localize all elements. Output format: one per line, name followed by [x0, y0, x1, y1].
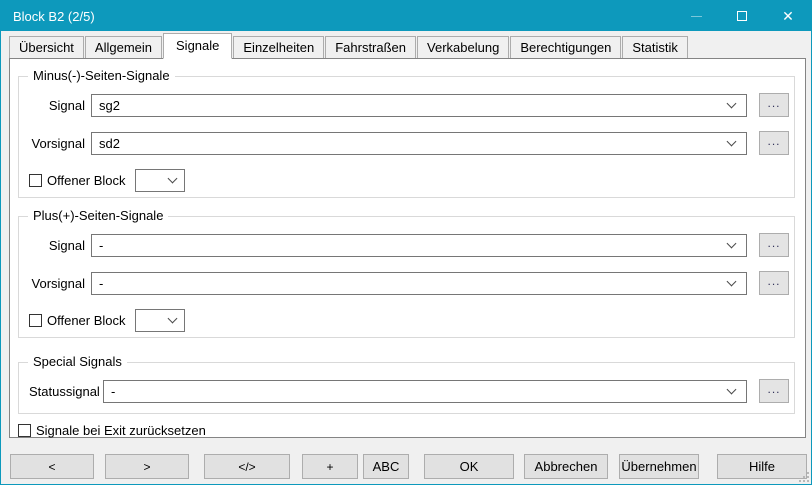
statussignal-combobox[interactable]: -	[103, 380, 747, 403]
exit-reset-row: Signale bei Exit zurücksetzen	[18, 423, 805, 438]
tab-page-signale: Minus(-)-Seiten-Signale Signal sg2 ... V…	[9, 58, 806, 438]
plus-vorsignal-browse-button[interactable]: ...	[759, 271, 789, 295]
plus-signal-combobox[interactable]: -	[91, 234, 747, 257]
tab-allgemein[interactable]: Allgemein	[85, 36, 162, 58]
code-button[interactable]: </>	[204, 454, 290, 479]
plus-signal-row: Signal - ...	[19, 233, 794, 257]
chevron-down-icon[interactable]	[727, 276, 737, 286]
minus-signal-value: sg2	[99, 98, 728, 113]
tab-strip: Übersicht Allgemein Signale Einzelheiten…	[9, 34, 805, 58]
minimize-icon	[691, 16, 702, 17]
plus-vorsignal-combobox[interactable]: -	[91, 272, 747, 295]
nav-next-button[interactable]: >	[105, 454, 189, 479]
plus-offener-block-label: Offener Block	[47, 313, 126, 328]
tab-verkabelung[interactable]: Verkabelung	[417, 36, 509, 58]
chevron-down-icon[interactable]	[167, 174, 177, 184]
plus-vorsignal-label: Vorsignal	[29, 276, 85, 291]
minus-offener-block-label: Offener Block	[47, 173, 126, 188]
tab-statistik[interactable]: Statistik	[622, 36, 688, 58]
cancel-button[interactable]: Abbrechen	[524, 454, 608, 479]
abc-button[interactable]: ABC	[363, 454, 409, 479]
group-legend: Special Signals	[28, 354, 127, 369]
plus-offener-block-checkbox[interactable]	[29, 314, 42, 327]
tab-berechtigungen[interactable]: Berechtigungen	[510, 36, 621, 58]
close-icon: ✕	[782, 9, 794, 23]
nav-prev-button[interactable]: <	[10, 454, 94, 479]
titlebar: Block B2 (2/5) ✕	[1, 1, 811, 31]
maximize-button[interactable]	[719, 1, 765, 31]
minus-signal-browse-button[interactable]: ...	[759, 93, 789, 117]
statussignal-row: Statussignal - ...	[19, 379, 794, 403]
minus-offener-block-row: Offener Block	[19, 169, 794, 192]
group-plus-seiten-signale: Plus(+)-Seiten-Signale Signal - ... Vors…	[18, 216, 795, 338]
group-minus-seiten-signale: Minus(-)-Seiten-Signale Signal sg2 ... V…	[18, 76, 795, 198]
chevron-down-icon[interactable]	[727, 98, 737, 108]
minimize-button[interactable]	[673, 1, 719, 31]
plus-signal-label: Signal	[29, 238, 85, 253]
minus-signal-row: Signal sg2 ...	[19, 93, 794, 117]
ok-button[interactable]: OK	[424, 454, 514, 479]
statussignal-label: Statussignal	[29, 384, 97, 399]
plus-offener-block-row: Offener Block	[19, 309, 794, 332]
dialog-window: Block B2 (2/5) ✕ Übersicht Allgemein Sig…	[0, 0, 812, 485]
plus-vorsignal-value: -	[99, 276, 728, 291]
statussignal-browse-button[interactable]: ...	[759, 379, 789, 403]
help-button[interactable]: Hilfe	[717, 454, 807, 479]
chevron-down-icon[interactable]	[727, 384, 737, 394]
apply-button[interactable]: Übernehmen	[619, 454, 699, 479]
chevron-down-icon[interactable]	[727, 238, 737, 248]
tab-signale[interactable]: Signale	[163, 33, 232, 59]
chevron-down-icon[interactable]	[727, 136, 737, 146]
chevron-down-icon[interactable]	[167, 314, 177, 324]
minus-vorsignal-row: Vorsignal sd2 ...	[19, 131, 794, 155]
minus-offener-block-combobox[interactable]	[135, 169, 185, 192]
footer-button-bar: < > </> + ABC OK Abbrechen Übernehmen Hi…	[1, 454, 807, 479]
maximize-icon	[737, 11, 747, 21]
exit-reset-checkbox[interactable]	[18, 424, 31, 437]
minus-vorsignal-label: Vorsignal	[29, 136, 85, 151]
minus-vorsignal-browse-button[interactable]: ...	[759, 131, 789, 155]
minus-offener-block-checkbox[interactable]	[29, 174, 42, 187]
minus-signal-label: Signal	[29, 98, 85, 113]
group-legend: Plus(+)-Seiten-Signale	[28, 208, 168, 223]
resize-grip[interactable]	[798, 471, 809, 482]
window-controls: ✕	[673, 1, 811, 31]
tab-uebersicht[interactable]: Übersicht	[9, 36, 84, 58]
plus-signal-value: -	[99, 238, 728, 253]
exit-reset-label: Signale bei Exit zurücksetzen	[36, 423, 206, 438]
group-special-signals: Special Signals Statussignal - ...	[18, 362, 795, 414]
minus-signal-combobox[interactable]: sg2	[91, 94, 747, 117]
dialog-client-area: Übersicht Allgemein Signale Einzelheiten…	[1, 31, 811, 484]
plus-signal-browse-button[interactable]: ...	[759, 233, 789, 257]
window-title: Block B2 (2/5)	[1, 9, 95, 24]
group-legend: Minus(-)-Seiten-Signale	[28, 68, 175, 83]
minus-vorsignal-combobox[interactable]: sd2	[91, 132, 747, 155]
tab-fahrstrassen[interactable]: Fahrstraßen	[325, 36, 416, 58]
tab-einzelheiten[interactable]: Einzelheiten	[233, 36, 324, 58]
statussignal-value: -	[111, 384, 728, 399]
plus-vorsignal-row: Vorsignal - ...	[19, 271, 794, 295]
close-button[interactable]: ✕	[765, 1, 811, 31]
add-button[interactable]: +	[302, 454, 358, 479]
minus-vorsignal-value: sd2	[99, 136, 728, 151]
plus-offener-block-combobox[interactable]	[135, 309, 185, 332]
